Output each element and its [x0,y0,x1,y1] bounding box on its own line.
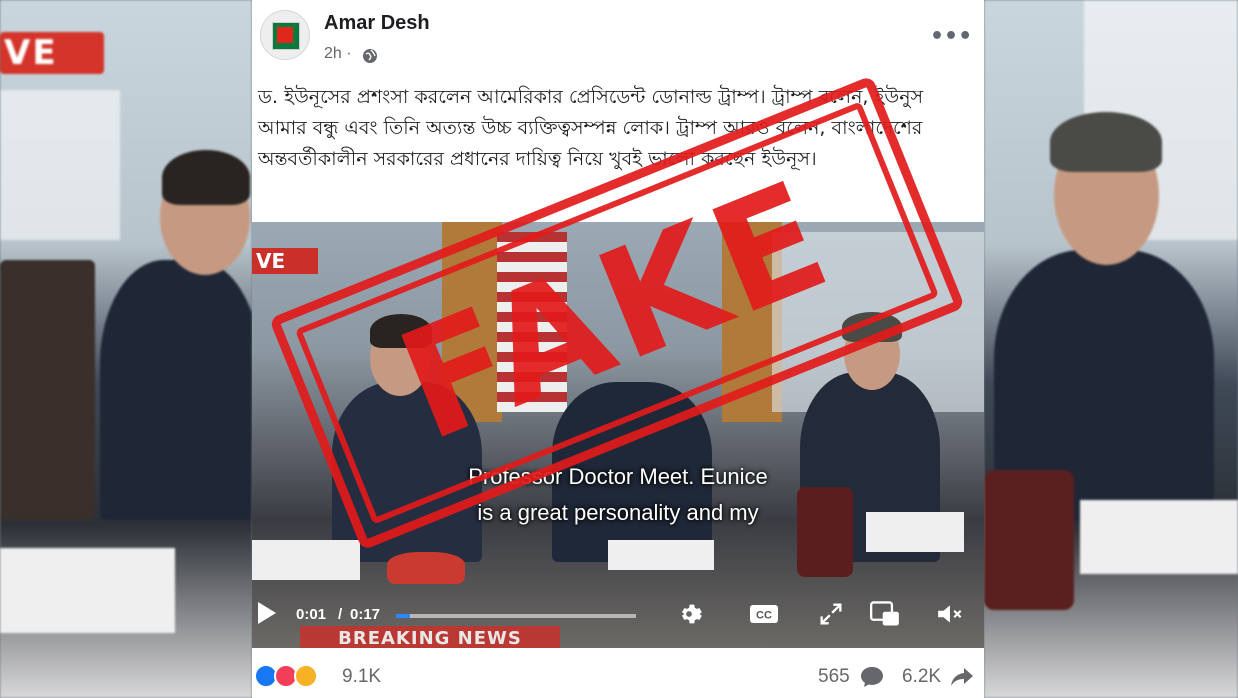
post-header: Amar Desh 2h · ••• [252,0,984,80]
picture-in-picture-icon[interactable] [870,600,900,628]
post-footer: 9.1K 565 6.2K [252,648,984,698]
more-options-button[interactable]: ••• [930,22,972,52]
person-hair [162,150,250,205]
globe-icon [363,49,377,63]
table-nameplate [1080,500,1238,574]
reactions-count[interactable]: 9.1K [342,666,381,688]
share-icon[interactable] [950,666,974,688]
nameplate [252,540,360,580]
captions-icon[interactable]: CC [749,600,779,628]
time-total: 0:17 [350,606,381,623]
subtitle-line-1: Professor Doctor Meet. Eunice [468,464,768,489]
comments-count[interactable]: 565 [818,666,850,688]
background-right-blur [984,0,1238,698]
red-cap [387,552,465,584]
live-badge: VE [252,248,318,274]
time-current: 0:01 [296,606,327,623]
svg-text:CC: CC [756,610,772,622]
settings-gear-icon[interactable] [674,600,704,628]
person-right-hair [842,312,902,342]
window-glare [0,90,120,240]
nameplate [608,540,714,570]
table-nameplate [0,548,175,633]
breaking-news-banner: BREAKING NEWS [300,626,560,648]
mute-icon[interactable] [936,600,966,628]
page-avatar[interactable] [260,10,310,60]
time-separator: / [338,606,343,623]
fullscreen-icon[interactable] [816,600,846,628]
page-name[interactable]: Amar Desh [324,12,430,35]
chair [0,260,95,520]
person-suit [100,260,252,520]
bottle [984,470,1074,610]
play-icon[interactable] [258,602,276,624]
shares-count[interactable]: 6.2K [902,666,941,688]
comment-icon[interactable] [860,666,884,688]
progress-fill [396,614,411,618]
progress-bar[interactable] [396,614,636,618]
subtitle-line-2: is a great personality and my [477,500,759,525]
facebook-post: Amar Desh 2h · ••• ড. ইউনূসের প্রশংসা কর… [252,0,984,698]
post-text: ড. ইউনূসের প্রশংসা করলেন আমেরিকার প্রেসি… [258,86,924,170]
haha-reaction-icon[interactable] [294,664,318,688]
person-hair [1050,112,1162,172]
person-left-hair [370,314,432,348]
avatar-logo [272,22,300,50]
background-left-blur: VE [0,0,252,698]
post-time[interactable]: 2h · [324,45,352,63]
video-player[interactable]: VE Professor Doctor Meet. Eunice is a gr… [252,222,984,648]
us-flag [497,232,567,412]
live-badge-background: VE [0,32,104,74]
